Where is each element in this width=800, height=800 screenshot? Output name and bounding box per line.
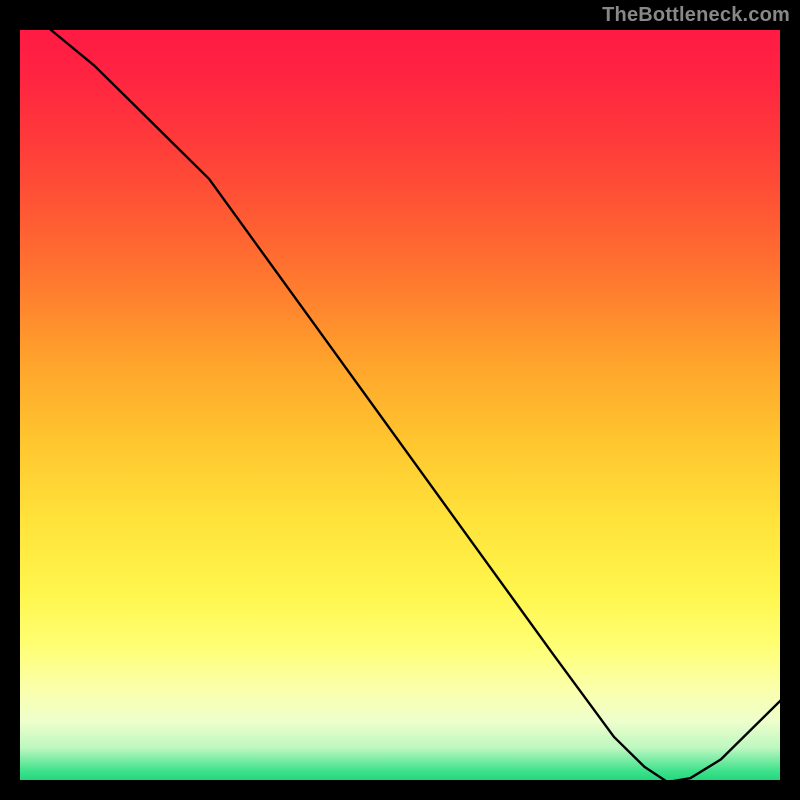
watermark-text: TheBottleneck.com [602,4,790,27]
chart-stage: TheBottleneck.com [0,0,800,800]
plot-border [18,28,782,782]
